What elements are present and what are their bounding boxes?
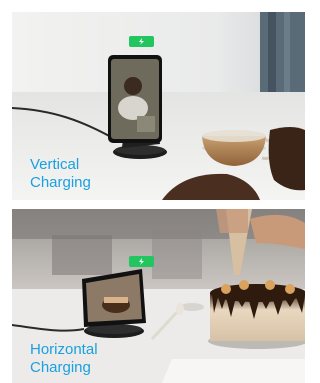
- horizontal-charging-caption: Horizontal Charging: [30, 341, 98, 377]
- caption-line-2: Charging: [30, 174, 91, 191]
- vertical-charging-caption: Vertical Charging: [30, 156, 91, 192]
- horizontal-charging-panel: Horizontal Charging: [12, 209, 305, 383]
- vertical-charging-panel: Vertical Charging: [12, 12, 305, 200]
- caption-line-1: Vertical: [30, 156, 80, 173]
- caption-line-1: Horizontal: [30, 341, 98, 358]
- caption-line-2: Charging: [30, 359, 91, 376]
